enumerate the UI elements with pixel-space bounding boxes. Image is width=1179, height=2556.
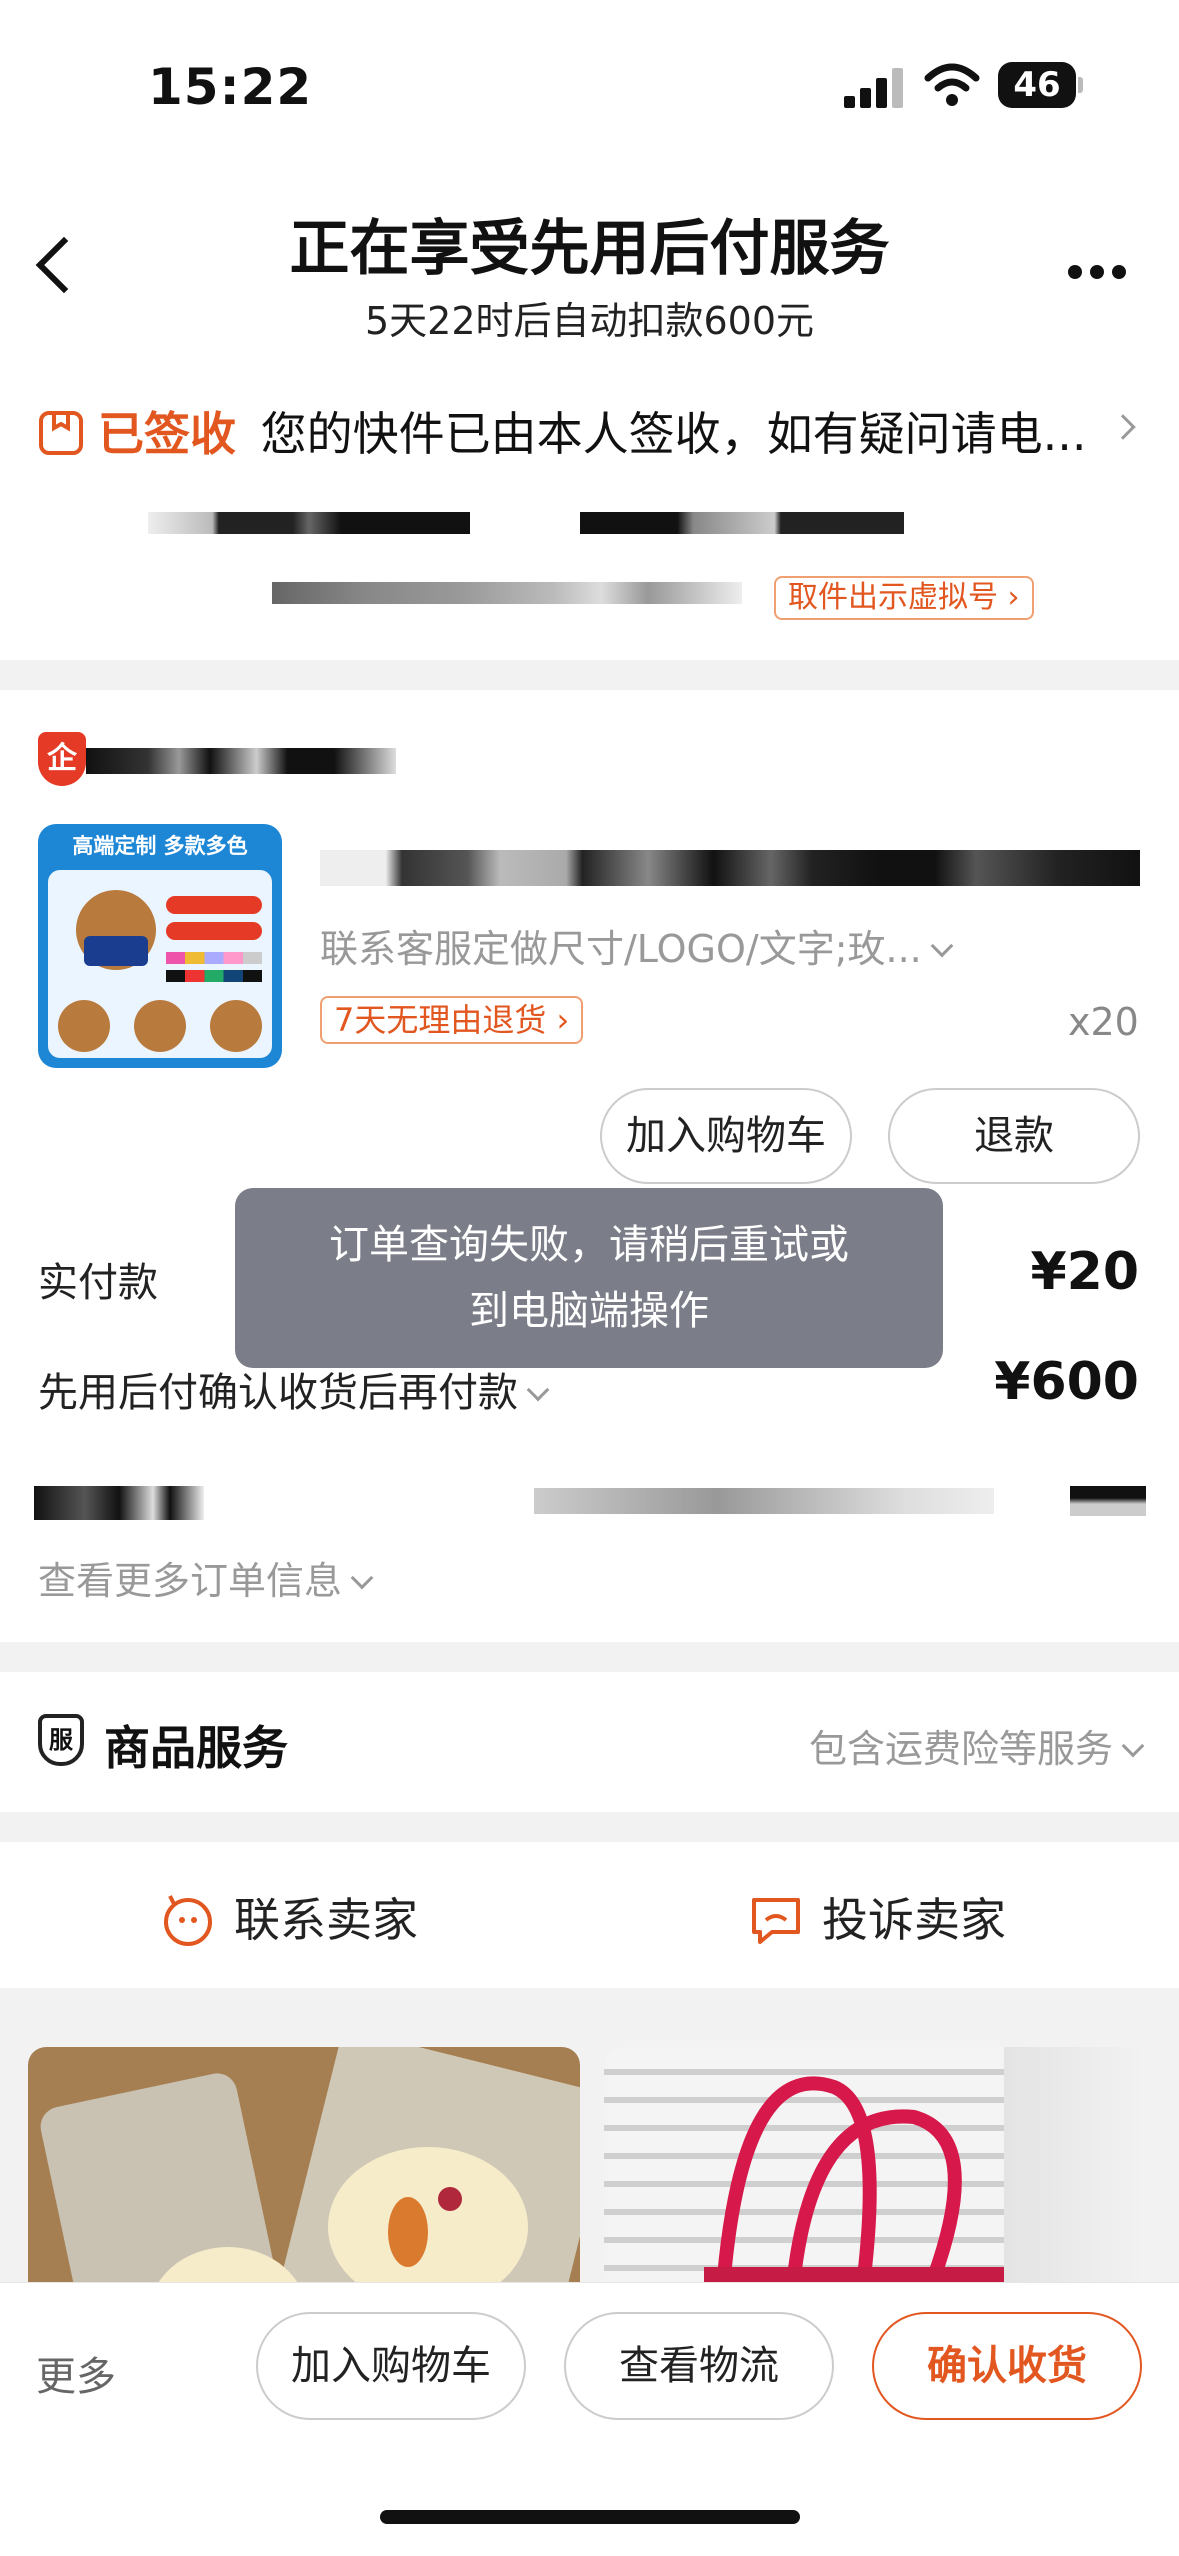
battery-tip bbox=[1078, 77, 1083, 93]
redacted-copy bbox=[1070, 1486, 1146, 1516]
complain-seller-button[interactable]: 投诉卖家 bbox=[748, 1884, 1006, 1950]
thumb-title: 高端定制 多款多色 bbox=[72, 834, 248, 858]
complain-seller-label: 投诉卖家 bbox=[822, 1893, 1006, 1947]
redacted-order-number bbox=[534, 1488, 994, 1514]
contact-seller-button[interactable]: 联系卖家 bbox=[160, 1884, 418, 1950]
bnpl-amount: ¥600 bbox=[994, 1352, 1139, 1412]
more-order-text: 查看更多订单信息 bbox=[38, 1559, 343, 1603]
complaint-icon bbox=[752, 1898, 800, 1944]
paid-label: 实付款 bbox=[38, 1260, 158, 1306]
bnpl-row[interactable]: 先用后付确认收货后再付款 bbox=[38, 1360, 550, 1418]
status-bar: 15:22 46 bbox=[0, 0, 1179, 150]
redacted-phone bbox=[272, 582, 742, 604]
toast-line1: 订单查询失败，请稍后重试或 bbox=[329, 1222, 849, 1268]
refund-button[interactable]: 退款 bbox=[888, 1088, 1140, 1184]
bottom-add-cart-button[interactable]: 加入购物车 bbox=[256, 2312, 526, 2420]
redacted-order-number bbox=[34, 1486, 204, 1520]
battery-icon: 46 bbox=[998, 62, 1076, 108]
redacted-address bbox=[148, 512, 470, 534]
spec-text: 联系客服定做尺寸/LOGO/文字;玫... bbox=[320, 927, 922, 971]
more-menu-icon[interactable] bbox=[1068, 264, 1134, 283]
paid-amount: ¥20 bbox=[1030, 1242, 1139, 1302]
service-shield-icon: 服 bbox=[38, 1714, 84, 1766]
signal-icon bbox=[844, 68, 904, 108]
home-indicator bbox=[380, 2510, 800, 2524]
add-to-cart-button[interactable]: 加入购物车 bbox=[600, 1088, 852, 1184]
delivery-message: 您的快件已由本人签收，如有疑问请电... bbox=[260, 407, 1087, 461]
product-spec[interactable]: 联系客服定做尺寸/LOGO/文字;玫... bbox=[320, 918, 954, 973]
chevron-right-icon: › bbox=[556, 1001, 570, 1039]
view-logistics-button[interactable]: 查看物流 bbox=[564, 2312, 834, 2420]
chat-smile-icon bbox=[164, 1895, 212, 1946]
chevron-down-icon bbox=[930, 934, 954, 958]
product-quantity: x20 bbox=[1068, 1000, 1139, 1044]
contact-seller-label: 联系卖家 bbox=[234, 1893, 418, 1947]
return-policy-tag[interactable]: 7天无理由退货 › bbox=[320, 996, 584, 1044]
delivery-status: 已签收 bbox=[98, 407, 236, 461]
wifi-icon bbox=[924, 63, 980, 106]
redacted-address bbox=[580, 512, 904, 534]
chevron-down-icon bbox=[1121, 1734, 1145, 1758]
services-summary-text: 包含运费险等服务 bbox=[808, 1727, 1113, 1771]
status-time: 15:22 bbox=[148, 58, 313, 116]
services-title: 商品服务 bbox=[104, 1721, 288, 1775]
page-title: 正在享受先用后付服务 bbox=[289, 214, 890, 284]
page-subtitle: 5天22时后自动扣款600元 bbox=[364, 299, 815, 343]
chevron-down-icon bbox=[526, 1378, 550, 1402]
product-thumbnail[interactable]: 高端定制 多款多色 bbox=[38, 824, 282, 1068]
pickup-button-label: 取件出示虚拟号 bbox=[788, 580, 998, 615]
confirm-receipt-button[interactable]: 确认收货 bbox=[872, 2312, 1142, 2420]
chevron-down-icon bbox=[350, 1566, 374, 1590]
pickup-virtual-number-button[interactable]: 取件出示虚拟号 › bbox=[774, 576, 1034, 620]
error-toast: 订单查询失败，请稍后重试或 到电脑端操作 bbox=[235, 1188, 943, 1368]
delivery-row[interactable]: 已签收 您的快件已由本人签收，如有疑问请电... bbox=[38, 398, 1087, 464]
package-icon bbox=[39, 411, 83, 455]
more-order-info[interactable]: 查看更多订单信息 bbox=[38, 1550, 374, 1605]
bnpl-label: 先用后付确认收货后再付款 bbox=[38, 1370, 518, 1416]
redacted-product-title bbox=[320, 850, 1140, 886]
return-tag-text: 7天无理由退货 bbox=[334, 1001, 547, 1039]
chevron-right-icon: › bbox=[1007, 580, 1020, 615]
more-button[interactable]: 更多 bbox=[36, 2344, 116, 2402]
services-summary: 包含运费险等服务 bbox=[808, 1718, 1145, 1773]
redacted-shop-name bbox=[86, 748, 396, 774]
toast-line2: 到电脑端操作 bbox=[469, 1288, 709, 1334]
shop-enterprise-icon: 企 bbox=[38, 732, 86, 786]
